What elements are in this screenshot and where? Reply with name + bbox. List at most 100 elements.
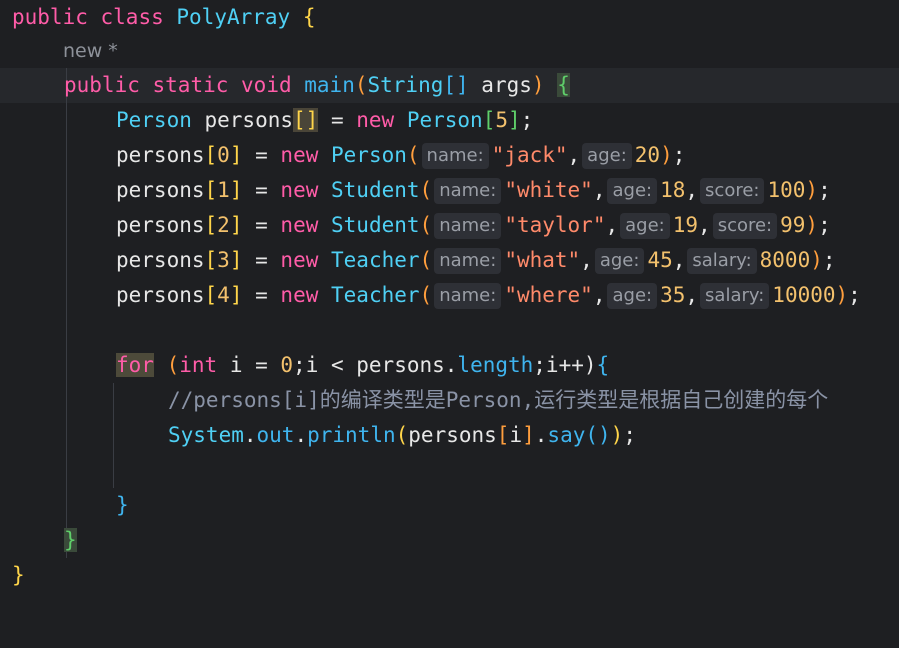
code-text: ;i++)	[533, 353, 597, 377]
brace: }	[12, 563, 25, 587]
code-line-close-class[interactable]: }	[0, 558, 899, 593]
parameter-hint: age:	[620, 213, 670, 239]
identifier: persons	[116, 178, 205, 202]
parameter-hint: salary:	[700, 283, 770, 309]
paren: )	[805, 178, 819, 202]
field-name: out	[256, 423, 295, 447]
bracket: [	[204, 248, 218, 272]
dot: .	[243, 423, 257, 447]
bracket: ]	[229, 143, 243, 167]
code-line-main-decl[interactable]: public static void main(String[] args) {	[0, 68, 899, 103]
number: 19	[672, 213, 699, 237]
method-name: println	[307, 423, 396, 447]
paren: (	[406, 143, 420, 167]
bracket: ]	[508, 108, 521, 132]
code-line-assign-person[interactable]: persons[0] = new Person(name: "jack", age:…	[0, 138, 899, 173]
paren: )	[805, 213, 819, 237]
code-editor[interactable]: public class PolyArray { new * public st…	[0, 0, 899, 648]
string-literal: "jack"	[491, 143, 568, 167]
comment-text: //persons[i]的编译类型是Person,运行类型是根据自己创建的每个	[168, 388, 829, 412]
code-text: i =	[217, 353, 281, 377]
brace: {	[596, 353, 610, 377]
string-literal: "what"	[504, 248, 581, 272]
number: 45	[647, 248, 673, 272]
keyword: new	[280, 143, 319, 167]
number: 0	[280, 353, 294, 377]
parameter-hint: score:	[700, 178, 765, 204]
keyword: public	[64, 73, 140, 97]
paren: )	[531, 73, 545, 97]
code-line-for-loop[interactable]: for (int i = 0;i < persons.length;i++){	[0, 348, 899, 383]
number: 1	[217, 178, 230, 202]
code-text: ;i < persons.	[293, 353, 458, 377]
paren: (	[395, 423, 409, 447]
paren: (	[419, 178, 433, 202]
paren: )	[835, 283, 849, 307]
number: 2	[217, 213, 230, 237]
bracket: [	[496, 423, 510, 447]
number: 18	[660, 178, 686, 202]
paren: (	[153, 353, 180, 377]
keyword: new	[280, 213, 319, 237]
identifier: persons	[116, 283, 205, 307]
code-vision-author-hint[interactable]: new *	[0, 33, 899, 68]
number: 100	[767, 178, 806, 202]
class-name: PolyArray	[176, 5, 291, 29]
class-name: System	[168, 423, 244, 447]
code-line-assign-person[interactable]: persons[1] = new Student(name: "white", ag…	[0, 173, 899, 208]
number: 35	[660, 283, 686, 307]
brace: {	[302, 5, 316, 29]
parameter-hint: age:	[594, 248, 645, 274]
paren: (	[419, 283, 433, 307]
code-line-close-main[interactable]: }	[0, 523, 899, 558]
bracket: []	[443, 73, 469, 97]
number: 3	[217, 248, 230, 272]
identifier: persons	[116, 248, 205, 272]
brace: }	[116, 493, 129, 517]
paren: )	[810, 248, 823, 272]
operator: =	[318, 108, 357, 132]
class-name: Teacher	[331, 283, 420, 307]
class-name: Person	[331, 143, 407, 167]
code-line-comment[interactable]: //persons[i]的编译类型是Person,运行类型是根据自己创建的每个	[0, 383, 899, 418]
code-line-println[interactable]: System.out.println(persons[i].say());	[0, 418, 899, 453]
bracket: []	[293, 108, 319, 132]
keyword: class	[100, 5, 164, 29]
keyword: static	[152, 73, 229, 97]
paren: (	[419, 213, 433, 237]
keyword: public	[12, 5, 88, 29]
bracket: [	[204, 213, 218, 237]
identifier: args	[468, 73, 532, 97]
paren: (	[419, 248, 433, 272]
semicolon: ;	[520, 108, 534, 132]
type-name: Person	[394, 108, 483, 132]
code-line-close-for[interactable]: }	[0, 488, 899, 523]
type-name: String	[367, 73, 444, 97]
author-hint[interactable]: new *	[63, 40, 118, 62]
code-line-assign-person[interactable]: persons[4] = new Teacher(name: "where", ag…	[0, 278, 899, 313]
number: 20	[634, 143, 661, 167]
bracket: ]	[229, 213, 243, 237]
keyword: new	[280, 178, 319, 202]
parameter-hint: age:	[582, 143, 632, 169]
bracket: ]	[229, 248, 243, 272]
parameter-hint: age:	[607, 283, 658, 309]
bracket: ]	[522, 423, 535, 447]
number: 5	[495, 108, 509, 132]
keyword: for	[116, 353, 154, 377]
class-name: Student	[331, 213, 420, 237]
code-line-assign-person[interactable]: persons[3] = new Teacher(name: "what", age…	[0, 243, 899, 278]
bracket: ]	[229, 178, 243, 202]
parameter-hint: name:	[434, 248, 502, 274]
code-line-class-decl[interactable]: public class PolyArray {	[0, 0, 899, 35]
parameter-hint: score:	[712, 213, 778, 239]
identifier: persons	[408, 423, 497, 447]
code-line-array-decl[interactable]: Person persons[] = new Person[5];	[0, 103, 899, 138]
field-name: length	[457, 353, 534, 377]
dot: .	[534, 423, 548, 447]
paren: )	[660, 143, 673, 167]
identifier: i	[509, 423, 523, 447]
code-line-assign-person[interactable]: persons[2] = new Student(name: "taylor", a…	[0, 208, 899, 243]
bracket: [	[204, 178, 218, 202]
paren: ()	[585, 423, 611, 447]
